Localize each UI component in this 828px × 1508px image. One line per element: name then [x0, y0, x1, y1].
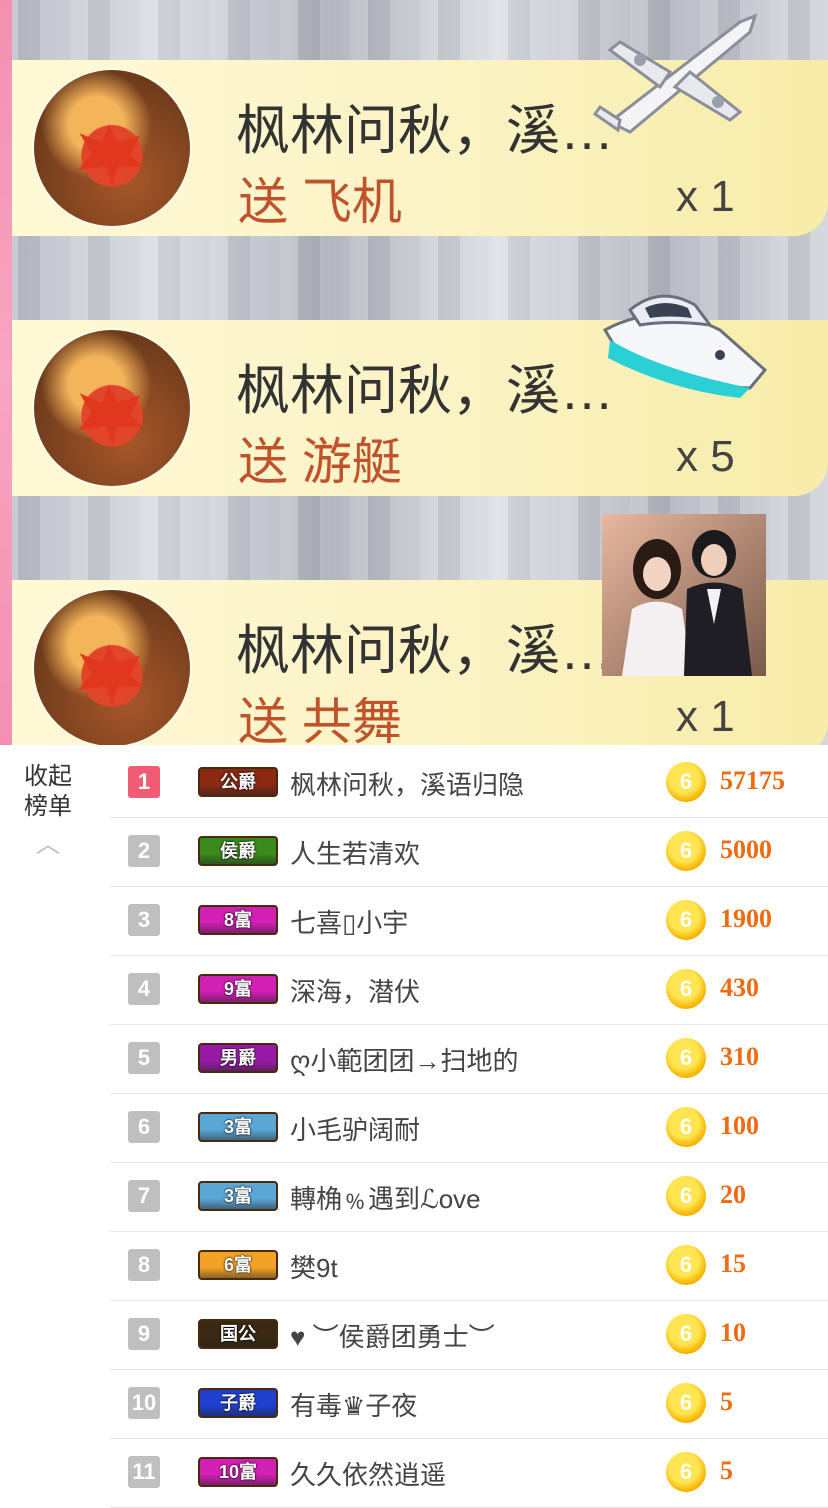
ranking-label: 榜单: [24, 793, 72, 820]
level-badge: 3富: [198, 1112, 278, 1142]
user-name[interactable]: ♥ ︶侯爵团勇士︶: [290, 1317, 495, 1354]
level-badge: 侯爵: [198, 836, 278, 866]
contribution-amount: 430: [720, 973, 759, 1002]
gift-count: x 5: [676, 432, 735, 481]
gift-feed: 枫林问秋，溪… 送 飞机 x 1 枫林问秋，溪… 送 游艇 x 5 枫林问秋，溪…: [0, 0, 828, 745]
level-badge: 子爵: [198, 1388, 278, 1418]
ranking-row[interactable]: 10 子爵 有毒♛子夜 6 5: [110, 1369, 828, 1439]
coin-icon: 6: [666, 1383, 706, 1423]
ranking-row[interactable]: 5 男爵 ღ小範团团→扫地的 6 310: [110, 1024, 828, 1094]
level-badge: 9富: [198, 974, 278, 1004]
user-name[interactable]: 七喜▯小宇: [290, 903, 408, 940]
dance-couple-icon: [602, 514, 766, 676]
collapse-label: 收起: [24, 763, 72, 790]
gift-count: x 1: [676, 172, 735, 221]
user-name[interactable]: 枫林问秋，溪语归隐: [290, 765, 524, 802]
user-name[interactable]: 人生若清欢: [290, 834, 420, 871]
sender-name: 枫林问秋，溪…: [236, 101, 614, 161]
coin-icon: 6: [666, 1038, 706, 1078]
gift-action: 送 飞机: [238, 174, 402, 230]
coin-icon: 6: [666, 900, 706, 940]
ranking-row[interactable]: 11 10富 久久依然逍遥 6 5: [110, 1438, 828, 1508]
rank-number: 10: [128, 1387, 160, 1419]
ranking-row[interactable]: 3 8富 七喜▯小宇 6 1900: [110, 886, 828, 956]
user-name[interactable]: ღ小範团团→扫地的: [290, 1041, 518, 1078]
rank-number: 7: [128, 1180, 160, 1212]
user-name[interactable]: 有毒♛子夜: [290, 1386, 417, 1423]
sender-name: 枫林问秋，溪…: [236, 621, 614, 681]
coin-icon: 6: [666, 1452, 706, 1492]
rank-number: 11: [128, 1456, 160, 1488]
level-badge: 国公: [198, 1319, 278, 1349]
contribution-amount: 1900: [720, 904, 772, 933]
gift-action: 送 共舞: [238, 694, 402, 745]
rank-number: 4: [128, 973, 160, 1005]
rank-number: 6: [128, 1111, 160, 1143]
side-edge: [0, 0, 12, 745]
ranking-row[interactable]: 6 3富 小毛驴阔耐 6 100: [110, 1093, 828, 1163]
gift-count: x 1: [676, 692, 735, 741]
user-name[interactable]: 轉桷﹪遇到ℒove: [290, 1179, 481, 1216]
contribution-amount: 20: [720, 1180, 746, 1209]
ranking-row[interactable]: 9 国公 ♥ ︶侯爵团勇士︶ 6 10: [110, 1300, 828, 1370]
level-badge: 6富: [198, 1250, 278, 1280]
user-name[interactable]: 深海，潜伏: [290, 972, 420, 1009]
ranking-row[interactable]: 2 侯爵 人生若清欢 6 5000: [110, 817, 828, 887]
coin-icon: 6: [666, 1107, 706, 1147]
coin-icon: 6: [666, 1245, 706, 1285]
contribution-amount: 5: [720, 1456, 733, 1485]
collapse-ranking-button[interactable]: 收起 榜单 ︿: [18, 762, 78, 859]
contribution-amount: 10: [720, 1318, 746, 1347]
airplane-icon: [592, 13, 758, 134]
ranking-row[interactable]: 8 6富 樊9t 6 15: [110, 1231, 828, 1301]
ranking-row[interactable]: 1 公爵 枫林问秋，溪语归隐 6 57175: [110, 748, 828, 818]
yacht-icon: [602, 294, 768, 398]
coin-icon: 6: [666, 1176, 706, 1216]
rank-number: 9: [128, 1318, 160, 1350]
level-badge: 3富: [198, 1181, 278, 1211]
coin-icon: 6: [666, 1314, 706, 1354]
contribution-amount: 310: [720, 1042, 759, 1071]
contribution-amount: 15: [720, 1249, 746, 1278]
contribution-amount: 5: [720, 1387, 733, 1416]
rank-number: 2: [128, 835, 160, 867]
rank-number: 5: [128, 1042, 160, 1074]
gift-action: 送 游艇: [238, 434, 402, 490]
user-name[interactable]: 小毛驴阔耐: [290, 1110, 420, 1147]
contribution-amount: 100: [720, 1111, 759, 1140]
contribution-amount: 5000: [720, 835, 772, 864]
user-name[interactable]: 久久依然逍遥: [290, 1455, 446, 1492]
level-badge: 男爵: [198, 1043, 278, 1073]
rank-number: 3: [128, 904, 160, 936]
coin-icon: 6: [666, 831, 706, 871]
coin-icon: 6: [666, 969, 706, 1009]
user-name[interactable]: 樊9t: [290, 1248, 338, 1285]
coin-icon: 6: [666, 762, 706, 802]
rank-number: 1: [128, 766, 160, 798]
level-badge: 8富: [198, 905, 278, 935]
rank-number: 8: [128, 1249, 160, 1281]
level-badge: 10富: [198, 1457, 278, 1487]
ranking-row[interactable]: 7 3富 轉桷﹪遇到ℒove 6 20: [110, 1162, 828, 1232]
sender-name: 枫林问秋，溪…: [236, 361, 614, 421]
contribution-amount: 57175: [720, 766, 785, 795]
ranking-row[interactable]: 4 9富 深海，潜伏 6 430: [110, 955, 828, 1025]
chevron-up-icon: ︿: [36, 831, 60, 858]
level-badge: 公爵: [198, 767, 278, 797]
